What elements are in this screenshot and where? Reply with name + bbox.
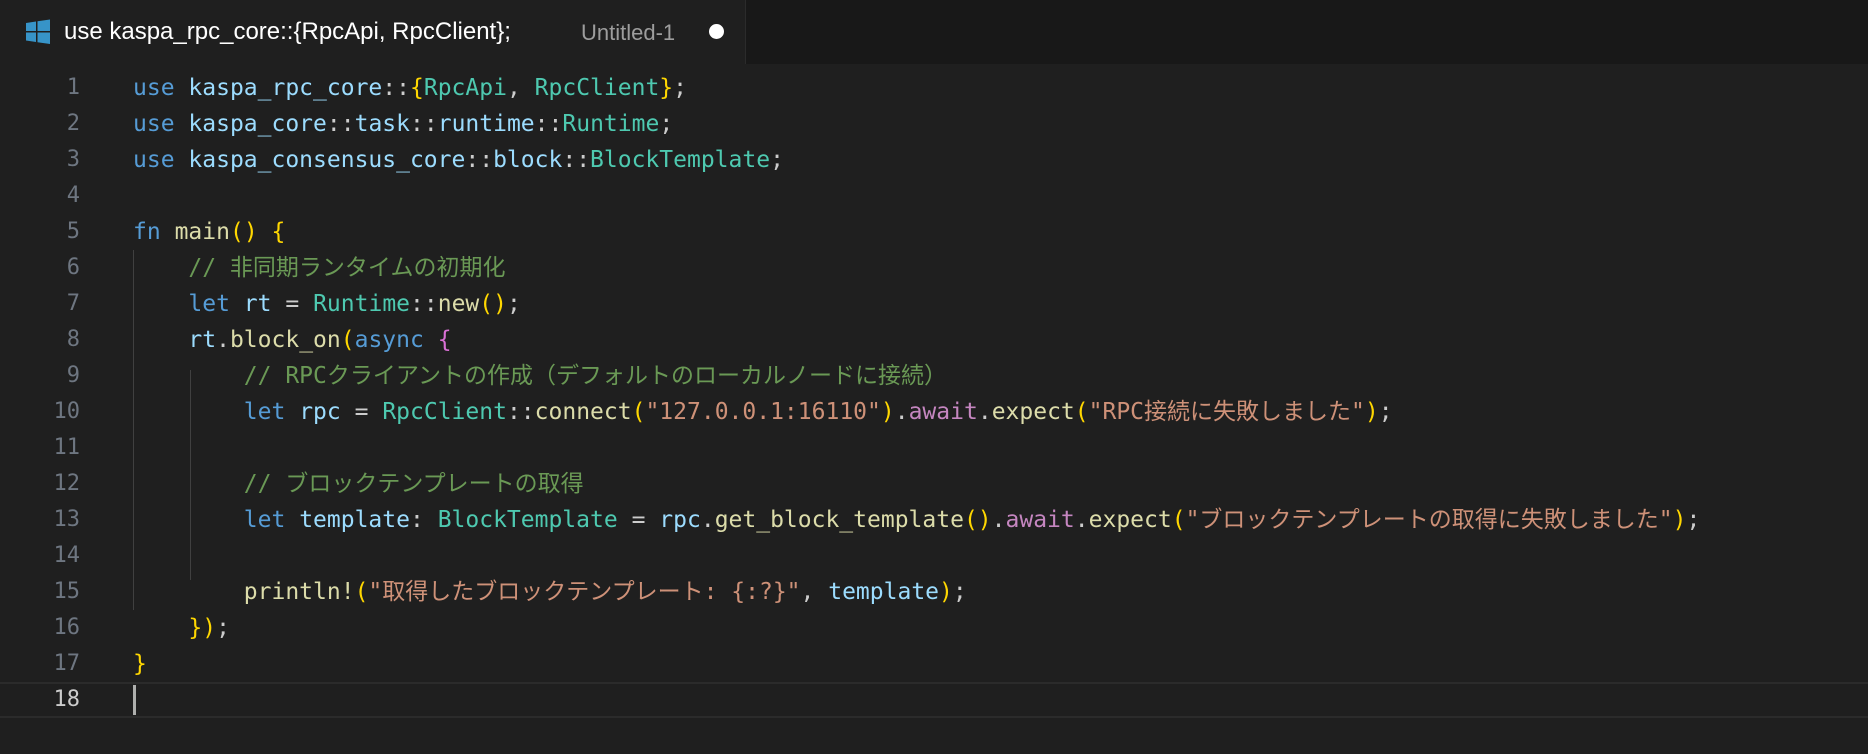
code-line[interactable]: 13 let template: BlockTemplate = rpc.get… xyxy=(0,502,1868,538)
line-number: 13 xyxy=(53,507,81,532)
line-code: // ブロックテンプレートの取得 xyxy=(243,471,584,497)
line-number: 9 xyxy=(66,363,80,388)
line-code: // 非同期ランタイムの初期化 xyxy=(188,255,506,281)
line-number: 3 xyxy=(66,147,80,172)
line-number: 11 xyxy=(53,435,81,460)
tab-untitled-1[interactable]: use kaspa_rpc_core::{RpcApi, RpcClient};… xyxy=(0,0,746,64)
line-number: 7 xyxy=(66,291,80,316)
line-code: rt.block_on(async { xyxy=(188,327,452,353)
code-line[interactable]: 17} xyxy=(0,646,1868,682)
code-line[interactable]: 12 // ブロックテンプレートの取得 xyxy=(0,466,1868,502)
code-line[interactable]: 10 let rpc = RpcClient::connect("127.0.0… xyxy=(0,394,1868,430)
line-number: 2 xyxy=(66,111,80,136)
line-number: 14 xyxy=(53,543,81,568)
code-line[interactable]: 6 // 非同期ランタイムの初期化 xyxy=(0,250,1868,286)
line-number: 1 xyxy=(66,75,80,100)
line-code: let rpc = RpcClient::connect("127.0.0.1:… xyxy=(243,399,1393,425)
line-code: }); xyxy=(188,615,230,641)
modified-dot-icon[interactable] xyxy=(709,24,724,39)
line-code: use kaspa_consensus_core::block::BlockTe… xyxy=(133,147,784,173)
code-line[interactable]: 11 xyxy=(0,430,1868,466)
text-cursor xyxy=(133,685,136,715)
line-code: let rt = Runtime::new(); xyxy=(188,291,521,317)
line-number: 12 xyxy=(53,471,81,496)
line-number: 15 xyxy=(53,579,81,604)
code-line[interactable]: 2 use kaspa_core::task::runtime::Runtime; xyxy=(0,106,1868,142)
tab-bar: use kaspa_rpc_core::{RpcApi, RpcClient};… xyxy=(0,0,1868,64)
line-number: 6 xyxy=(66,255,80,280)
tab-title: use kaspa_rpc_core::{RpcApi, RpcClient}; xyxy=(64,18,511,45)
line-number: 18 xyxy=(53,687,81,712)
line-code: use kaspa_core::task::runtime::Runtime; xyxy=(133,111,674,137)
code-line[interactable]: 3 use kaspa_consensus_core::block::BlockT… xyxy=(0,142,1868,178)
line-number: 4 xyxy=(66,183,80,208)
line-number: 10 xyxy=(53,399,81,424)
code-line[interactable]: 18 xyxy=(0,682,1868,718)
code-line[interactable]: 5 fn main() { xyxy=(0,214,1868,250)
code-line[interactable]: 16 }); xyxy=(0,610,1868,646)
line-code: // RPCクライアントの作成（デフォルトのローカルノードに接続） xyxy=(243,363,947,389)
line-number: 17 xyxy=(53,651,81,676)
line-number: 5 xyxy=(66,219,80,244)
line-code: let template: BlockTemplate = rpc.get_bl… xyxy=(243,507,1701,533)
code-line[interactable]: 7 let rt = Runtime::new(); xyxy=(0,286,1868,322)
code-line[interactable]: 9 // RPCクライアントの作成（デフォルトのローカルノードに接続） xyxy=(0,358,1868,394)
windows-logo-icon xyxy=(26,19,50,44)
code-line[interactable]: 4 xyxy=(0,178,1868,214)
line-number: 16 xyxy=(53,615,81,640)
code-editor[interactable]: 1 use kaspa_rpc_core::{RpcApi, RpcClient}… xyxy=(0,64,1868,754)
code-line[interactable]: 14 xyxy=(0,538,1868,574)
line-code: use kaspa_rpc_core::{RpcApi, RpcClient}; xyxy=(133,75,688,101)
code-line[interactable]: 8 rt.block_on(async { xyxy=(0,322,1868,358)
line-code: println!("取得したブロックテンプレート: {:?}", templat… xyxy=(243,579,967,605)
tab-description: Untitled-1 xyxy=(581,20,676,45)
code-line[interactable]: 1 use kaspa_rpc_core::{RpcApi, RpcClient}… xyxy=(0,70,1868,106)
line-number: 8 xyxy=(66,327,80,352)
line-code: fn main() { xyxy=(133,219,286,245)
code-line[interactable]: 15 println!("取得したブロックテンプレート: {:?}", temp… xyxy=(0,574,1868,610)
line-code: } xyxy=(133,651,147,677)
